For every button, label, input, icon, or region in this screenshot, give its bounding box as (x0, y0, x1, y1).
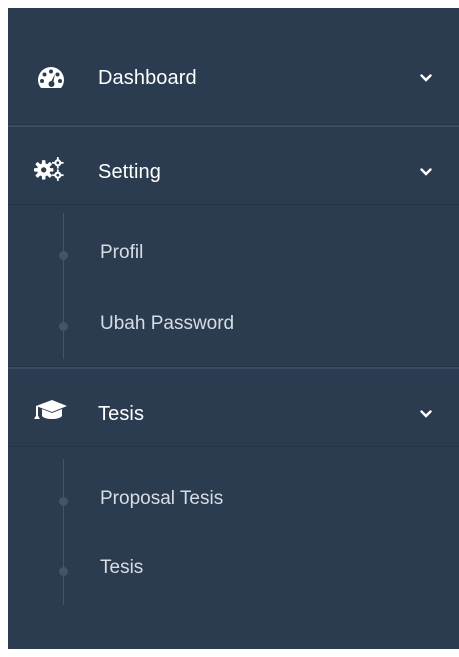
submenu-item-tesis[interactable]: Tesis (8, 545, 459, 585)
submenu-tesis: Proposal Tesis Tesis (8, 447, 459, 607)
submenu-setting: Profil Ubah Password (8, 205, 459, 365)
submenu-item-proposal-tesis[interactable]: Proposal Tesis (8, 475, 459, 515)
tree-node-dot (59, 251, 68, 260)
gears-icon (34, 156, 64, 182)
tree-node-dot (59, 322, 68, 331)
menu-label-tesis: Tesis (98, 403, 145, 425)
menu-label-setting: Setting (98, 161, 161, 183)
chevron-down-icon[interactable] (419, 165, 433, 179)
divider (8, 125, 459, 127)
chevron-down-icon[interactable] (419, 407, 433, 421)
submenu-label: Ubah Password (100, 313, 235, 334)
submenu-item-ubah-password[interactable]: Ubah Password (8, 301, 459, 341)
menu-item-setting[interactable]: Setting (8, 148, 459, 192)
menu-item-tesis[interactable]: Tesis (8, 390, 459, 434)
tree-node-dot (59, 497, 68, 506)
graduation-cap-icon (32, 398, 68, 424)
tree-node-dot (59, 567, 68, 576)
submenu-label: Tesis (100, 557, 144, 578)
dashboard-gauge-icon (36, 65, 66, 91)
submenu-label: Proposal Tesis (100, 488, 224, 509)
sidebar-nav: Dashboard Setting Profil Ubah Password T… (8, 8, 459, 649)
submenu-item-profil[interactable]: Profil (8, 229, 459, 269)
submenu-label: Profil (100, 242, 144, 263)
divider (8, 367, 459, 369)
chevron-down-icon[interactable] (419, 71, 433, 85)
menu-item-dashboard[interactable]: Dashboard (8, 56, 459, 100)
menu-label-dashboard: Dashboard (98, 67, 197, 89)
